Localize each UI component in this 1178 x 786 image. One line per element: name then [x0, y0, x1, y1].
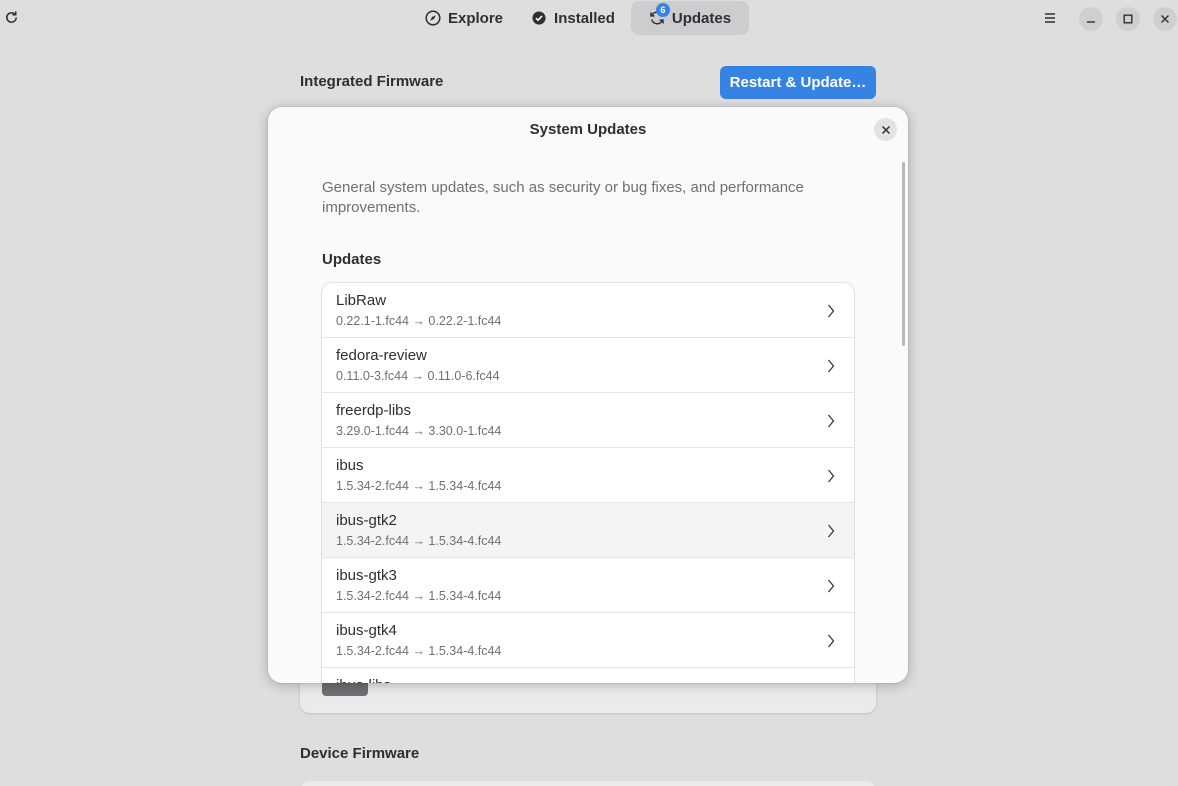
package-version: 1.5.34-2.fc44 → 1.5.34-4.fc44	[336, 534, 502, 548]
system-updates-dialog: System Updates General system updates, s…	[268, 107, 908, 683]
close-icon	[1161, 15, 1169, 23]
dialog-description: General system updates, such as security…	[322, 179, 804, 216]
package-name: ibus-libs	[336, 677, 391, 683]
refresh-button[interactable]	[3, 9, 19, 25]
package-name: ibus	[336, 457, 364, 474]
chevron-right-icon	[824, 632, 838, 649]
list-item[interactable]: LibRaw 0.22.1-1.fc44 → 0.22.2-1.fc44	[322, 283, 854, 338]
package-name: fedora-review	[336, 347, 427, 364]
gnome-software-window: Explore Installed 6 Updates Integrated F…	[0, 0, 1178, 786]
maximize-icon	[1123, 14, 1133, 24]
integrated-firmware-title: Integrated Firmware	[300, 73, 444, 90]
chevron-right-icon	[824, 412, 838, 429]
dialog-title: System Updates	[529, 121, 647, 138]
package-version: 0.11.0-3.fc44 → 0.11.0-6.fc44	[336, 369, 500, 383]
close-window-button[interactable]	[1153, 7, 1177, 31]
compass-icon	[425, 10, 441, 26]
chevron-right-icon	[824, 577, 838, 594]
check-circle-icon	[531, 10, 547, 26]
dialog-close-button[interactable]	[874, 118, 897, 141]
tab-installed-label: Installed	[554, 9, 615, 27]
package-version: 3.29.0-1.fc44 → 3.30.0-1.fc44	[336, 424, 502, 438]
chevron-right-icon	[824, 302, 838, 319]
maximize-button[interactable]	[1116, 7, 1140, 31]
package-name: ibus-gtk3	[336, 567, 397, 584]
refresh-icon	[5, 10, 17, 23]
package-version: 1.5.34-2.fc44 → 1.5.34-4.fc44	[336, 589, 502, 603]
tab-updates-label: Updates	[671, 9, 732, 27]
main-menu-button[interactable]	[1041, 9, 1059, 27]
package-version: 1.5.34-2.fc44 → 1.5.34-4.fc44	[336, 644, 502, 658]
list-item[interactable]: ibus-libs	[322, 668, 854, 683]
chevron-right-icon	[824, 467, 838, 484]
tab-explore-label: Explore	[448, 9, 504, 27]
device-firmware-card	[300, 781, 876, 786]
package-name: LibRaw	[336, 292, 387, 309]
package-name: freerdp-libs	[336, 402, 412, 419]
package-version: 1.5.34-2.fc44 → 1.5.34-4.fc44	[336, 479, 502, 493]
package-name: ibus-gtk2	[336, 512, 397, 529]
list-item[interactable]: ibus-gtk3 1.5.34-2.fc44 → 1.5.34-4.fc44	[322, 558, 854, 613]
updates-count-badge: 6	[655, 3, 670, 17]
chevron-right-icon	[824, 522, 838, 539]
minimize-icon	[1087, 21, 1095, 23]
minimize-button[interactable]	[1079, 7, 1103, 31]
package-name: ibus-gtk4	[336, 622, 397, 639]
updates-heading: Updates	[322, 251, 382, 268]
close-icon	[881, 125, 890, 134]
chevron-right-icon	[824, 357, 838, 374]
list-item[interactable]: ibus-gtk2 1.5.34-2.fc44 → 1.5.34-4.fc44	[322, 503, 854, 558]
package-version: 0.22.1-1.fc44 → 0.22.2-1.fc44	[336, 314, 502, 328]
header-bar: Explore Installed 6 Updates	[0, 0, 1178, 36]
restart-update-button[interactable]: Restart & Update…	[720, 66, 876, 99]
list-item[interactable]: ibus 1.5.34-2.fc44 → 1.5.34-4.fc44	[322, 448, 854, 503]
tab-updates[interactable]: 6 Updates	[630, 1, 750, 35]
tab-explore[interactable]: Explore	[413, 1, 515, 35]
tab-installed[interactable]: Installed	[519, 1, 627, 35]
list-item[interactable]: fedora-review 0.11.0-3.fc44 → 0.11.0-6.f…	[322, 338, 854, 393]
view-switcher: Explore Installed 6 Updates	[413, 1, 750, 35]
device-firmware-title: Device Firmware	[300, 745, 420, 762]
updates-list: LibRaw 0.22.1-1.fc44 → 0.22.2-1.fc44 fed…	[322, 283, 854, 683]
sync-icon: 6	[649, 3, 670, 26]
hamburger-menu-icon	[1045, 13, 1055, 23]
list-item[interactable]: ibus-gtk4 1.5.34-2.fc44 → 1.5.34-4.fc44	[322, 613, 854, 668]
dialog-scrollbar[interactable]	[902, 162, 905, 346]
list-item[interactable]: freerdp-libs 3.29.0-1.fc44 → 3.30.0-1.fc…	[322, 393, 854, 448]
